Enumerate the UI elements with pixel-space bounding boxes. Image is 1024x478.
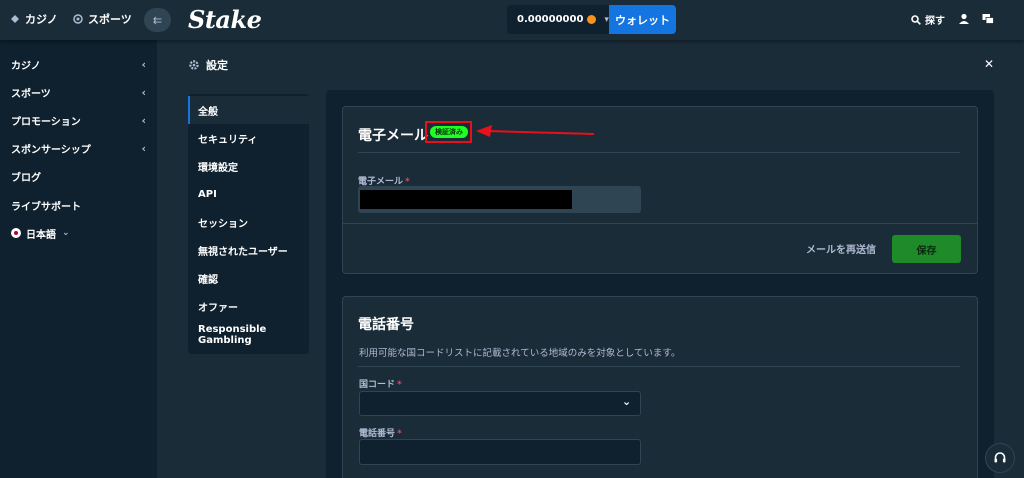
balance-selector[interactable]: 0.00000000 ▾ <box>507 5 609 34</box>
settings-nav-ignored-users[interactable]: 無視されたユーザー <box>188 236 309 264</box>
sidebar-item-sponsorship[interactable]: スポンサーシップ ‹ <box>11 141 146 156</box>
search-button[interactable]: 探す <box>911 12 945 27</box>
settings-nav-sessions[interactable]: セッション <box>188 208 309 236</box>
settings-nav: 全般 セキュリティ 環境設定 API セッション 無視されたユーザー 確認 オフ… <box>188 94 309 354</box>
chevron-left-icon: ‹ <box>141 141 146 155</box>
tab-casino[interactable]: カジノ <box>10 11 58 27</box>
country-code-select[interactable] <box>359 391 641 416</box>
settings-nav-verify[interactable]: 確認 <box>188 264 309 292</box>
collapse-sidebar-button[interactable]: ⇇ <box>144 8 171 32</box>
chevron-down-icon: ⌄ <box>622 395 632 408</box>
email-card-divider <box>358 152 960 153</box>
settings-nav-responsible-gambling[interactable]: Responsible Gambling <box>188 321 309 349</box>
tab-casino-label: カジノ <box>25 13 58 26</box>
balance-amount: 0.00000000 <box>517 14 584 25</box>
settings-nav-offers[interactable]: オファー <box>188 292 309 320</box>
chevron-left-icon: ‹ <box>141 85 146 99</box>
wallet-button[interactable]: ウォレット <box>609 5 676 34</box>
settings-nav-security[interactable]: セキュリティ <box>188 124 309 152</box>
japan-flag-icon <box>11 228 21 238</box>
sidebar-item-label: スポーツ <box>11 88 51 100</box>
close-icon[interactable]: ✕ <box>984 57 994 71</box>
verified-badge: 検証済み <box>430 126 468 138</box>
page-title: 設定 <box>206 59 228 72</box>
phone-card-divider <box>358 366 960 367</box>
bitcoin-icon <box>587 15 597 24</box>
phone-number-field[interactable] <box>359 439 641 465</box>
chevron-down-icon: ⌄ <box>62 228 70 238</box>
sidebar <box>0 40 157 478</box>
stake-logo[interactable]: Stake <box>188 5 262 34</box>
chevron-left-icon: ‹ <box>141 57 146 71</box>
sidebar-item-sports[interactable]: スポーツ ‹ <box>11 85 146 100</box>
search-icon <box>911 14 921 25</box>
settings-nav-api[interactable]: API <box>188 180 309 208</box>
phone-card-title: 電話番号 <box>358 317 414 333</box>
sports-ball-icon <box>73 14 83 24</box>
sidebar-item-label: 日本語 <box>26 229 56 241</box>
chevron-left-icon: ‹ <box>141 113 146 127</box>
collapse-arrow-icon: ⇇ <box>152 13 163 27</box>
chat-icon[interactable] <box>982 13 994 25</box>
sidebar-item-label: ブログ <box>11 172 41 184</box>
settings-nav-preferences[interactable]: 環境設定 <box>188 152 309 180</box>
casino-chip-icon <box>11 15 19 23</box>
save-button[interactable]: 保存 <box>892 235 961 263</box>
country-code-label: 国コード * <box>359 380 402 390</box>
resend-email-button[interactable]: メールを再送信 <box>806 241 876 256</box>
sidebar-item-language[interactable]: 日本語 ⌄ <box>11 226 146 241</box>
top-bar: カジノ スポーツ ⇇ Stake 0.00000000 ▾ ウォレット 探す <box>0 0 1024 40</box>
gear-icon <box>189 60 199 70</box>
sidebar-item-label: プロモーション <box>11 116 81 128</box>
live-support-button[interactable] <box>985 443 1015 473</box>
email-card-footer-divider <box>343 223 977 224</box>
sidebar-item-casino[interactable]: カジノ ‹ <box>11 57 146 72</box>
annotation-arrow-icon <box>476 125 595 137</box>
phone-helper-text: 利用可能な国コードリストに記載されている地域のみを対象としています。 <box>359 348 681 359</box>
sidebar-item-label: スポンサーシップ <box>11 144 91 156</box>
settings-nav-general[interactable]: 全般 <box>188 96 309 124</box>
sidebar-item-label: ライブサポート <box>11 201 81 213</box>
email-card-title: 電子メール <box>358 128 428 144</box>
sidebar-item-live-support[interactable]: ライブサポート <box>11 198 146 213</box>
search-label: 探す <box>925 16 945 27</box>
tab-sports[interactable]: スポーツ <box>73 11 132 27</box>
email-redaction <box>360 190 572 209</box>
tab-sports-label: スポーツ <box>88 13 132 26</box>
headset-icon <box>994 452 1006 463</box>
user-icon[interactable] <box>958 13 970 25</box>
phone-number-label: 電話番号 * <box>359 429 402 439</box>
settings-header: 設定 <box>188 57 228 73</box>
sidebar-item-blog[interactable]: ブログ <box>11 169 146 184</box>
sidebar-item-promotions[interactable]: プロモーション ‹ <box>11 113 146 128</box>
sidebar-item-label: カジノ <box>11 60 41 72</box>
